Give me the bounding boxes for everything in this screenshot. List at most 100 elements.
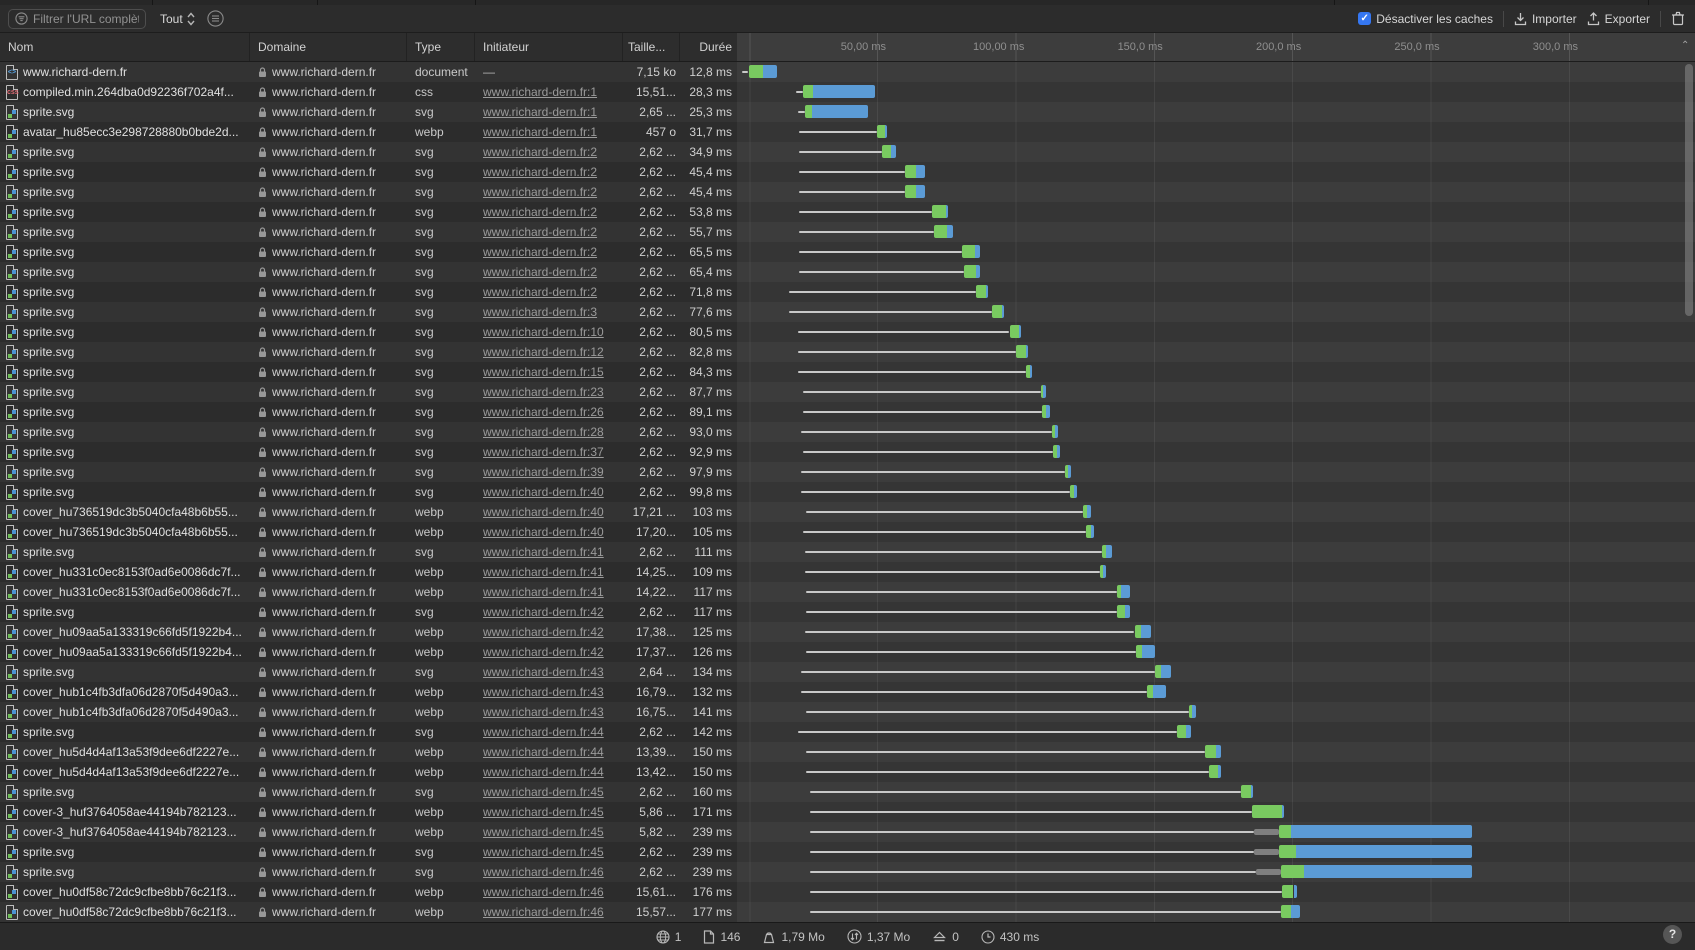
table-row[interactable]: sprite.svgwww.richard-dern.frsvgwww.rich… (0, 202, 1695, 222)
initiator-link[interactable]: www.richard-dern.fr:2 (483, 285, 597, 299)
table-row[interactable]: sprite.svgwww.richard-dern.frsvgwww.rich… (0, 162, 1695, 182)
initiator-link[interactable]: www.richard-dern.fr:45 (483, 785, 604, 799)
column-header-taille[interactable]: Taille... (623, 33, 680, 61)
initiator-link[interactable]: www.richard-dern.fr:46 (483, 865, 604, 879)
initiator-link[interactable]: www.richard-dern.fr:46 (483, 885, 604, 899)
table-row[interactable]: sprite.svgwww.richard-dern.frsvgwww.rich… (0, 722, 1695, 742)
initiator-link[interactable]: www.richard-dern.fr:41 (483, 565, 604, 579)
initiator-link[interactable]: www.richard-dern.fr:43 (483, 685, 604, 699)
initiator-link[interactable]: www.richard-dern.fr:43 (483, 705, 604, 719)
initiator-link[interactable]: www.richard-dern.fr:40 (483, 525, 604, 539)
table-row[interactable]: sprite.svgwww.richard-dern.frsvgwww.rich… (0, 102, 1695, 122)
table-row[interactable]: cover_hu09aa5a133319c66fd5f1922b4...www.… (0, 642, 1695, 662)
table-row[interactable]: cover_hu0df58c72dc9cfbe8bb76c21f3...www.… (0, 902, 1695, 922)
table-row[interactable]: sprite.svgwww.richard-dern.frsvgwww.rich… (0, 602, 1695, 622)
table-row[interactable]: sprite.svgwww.richard-dern.frsvgwww.rich… (0, 362, 1695, 382)
table-row[interactable]: sprite.svgwww.richard-dern.frsvgwww.rich… (0, 782, 1695, 802)
table-row[interactable]: cover_hu09aa5a133319c66fd5f1922b4...www.… (0, 622, 1695, 642)
initiator-link[interactable]: www.richard-dern.fr:42 (483, 625, 604, 639)
initiator-link[interactable]: www.richard-dern.fr:2 (483, 265, 597, 279)
table-row[interactable]: cover_hu0df58c72dc9cfbe8bb76c21f3...www.… (0, 882, 1695, 902)
initiator-link[interactable]: www.richard-dern.fr:45 (483, 845, 604, 859)
table-row[interactable]: sprite.svgwww.richard-dern.frsvgwww.rich… (0, 842, 1695, 862)
timeline-header[interactable]: ⌃ 50,00 ms100,00 ms150,0 ms200,0 ms250,0… (737, 33, 1695, 61)
initiator-link[interactable]: www.richard-dern.fr:41 (483, 545, 604, 559)
table-row[interactable]: cover_hub1c4fb3dfa06d2870f5d490a3...www.… (0, 682, 1695, 702)
initiator-link[interactable]: www.richard-dern.fr:23 (483, 385, 604, 399)
initiator-link[interactable]: www.richard-dern.fr:2 (483, 145, 597, 159)
initiator-link[interactable]: www.richard-dern.fr:39 (483, 465, 604, 479)
initiator-link[interactable]: www.richard-dern.fr:43 (483, 665, 604, 679)
vertical-scrollbar-thumb[interactable] (1685, 64, 1693, 316)
table-row[interactable]: sprite.svgwww.richard-dern.frsvgwww.rich… (0, 662, 1695, 682)
table-row[interactable]: csscompiled.min.264dba0d92236f702a4f...w… (0, 82, 1695, 102)
initiator-link[interactable]: www.richard-dern.fr:42 (483, 645, 604, 659)
table-row[interactable]: sprite.svgwww.richard-dern.frsvgwww.rich… (0, 462, 1695, 482)
table-row[interactable]: sprite.svgwww.richard-dern.frsvgwww.rich… (0, 422, 1695, 442)
initiator-link[interactable]: www.richard-dern.fr:42 (483, 605, 604, 619)
column-header-type[interactable]: Type (407, 33, 475, 61)
initiator-link[interactable]: www.richard-dern.fr:2 (483, 185, 597, 199)
initiator-link[interactable]: www.richard-dern.fr:1 (483, 125, 597, 139)
initiator-link[interactable]: www.richard-dern.fr:1 (483, 105, 597, 119)
table-row[interactable]: sprite.svgwww.richard-dern.frsvgwww.rich… (0, 322, 1695, 342)
initiator-link[interactable]: www.richard-dern.fr:1 (483, 85, 597, 99)
export-button[interactable]: Exporter (1587, 12, 1650, 26)
table-row[interactable]: cover-3_huf3764058ae44194b782123...www.r… (0, 802, 1695, 822)
table-row[interactable]: cover_hub1c4fb3dfa06d2870f5d490a3...www.… (0, 702, 1695, 722)
initiator-link[interactable]: www.richard-dern.fr:45 (483, 805, 604, 819)
initiator-link[interactable]: www.richard-dern.fr:45 (483, 825, 604, 839)
trash-icon[interactable] (1671, 11, 1685, 26)
initiator-link[interactable]: www.richard-dern.fr:2 (483, 205, 597, 219)
table-row[interactable]: <>www.richard-dern.frwww.richard-dern.fr… (0, 62, 1695, 82)
table-row[interactable]: sprite.svgwww.richard-dern.frsvgwww.rich… (0, 402, 1695, 422)
table-row[interactable]: sprite.svgwww.richard-dern.frsvgwww.rich… (0, 542, 1695, 562)
column-header-duree[interactable]: Durée (680, 33, 737, 61)
table-row[interactable]: cover_hu5d4d4af13a53f9dee6df2227e...www.… (0, 762, 1695, 782)
table-row[interactable]: sprite.svgwww.richard-dern.frsvgwww.rich… (0, 262, 1695, 282)
table-row[interactable]: sprite.svgwww.richard-dern.frsvgwww.rich… (0, 482, 1695, 502)
initiator-link[interactable]: www.richard-dern.fr:2 (483, 225, 597, 239)
initiator-link[interactable]: www.richard-dern.fr:26 (483, 405, 604, 419)
help-button[interactable]: ? (1663, 925, 1682, 944)
disable-caches-toggle[interactable]: ✓ Désactiver les caches (1358, 12, 1493, 26)
table-row[interactable]: avatar_hu85ecc3e298728880b0bde2d...www.r… (0, 122, 1695, 142)
table-row[interactable]: sprite.svgwww.richard-dern.frsvgwww.rich… (0, 382, 1695, 402)
table-row[interactable]: sprite.svgwww.richard-dern.frsvgwww.rich… (0, 222, 1695, 242)
column-header-nom[interactable]: Nom (0, 33, 250, 61)
initiator-link[interactable]: www.richard-dern.fr:46 (483, 905, 604, 919)
initiator-link[interactable]: www.richard-dern.fr:2 (483, 165, 597, 179)
initiator-link[interactable]: www.richard-dern.fr:15 (483, 365, 604, 379)
table-row[interactable]: sprite.svgwww.richard-dern.frsvgwww.rich… (0, 342, 1695, 362)
column-header-initiateur[interactable]: Initiateur (475, 33, 623, 61)
resource-type-select[interactable]: Tout (160, 12, 195, 26)
initiator-link[interactable]: www.richard-dern.fr:44 (483, 725, 604, 739)
table-row[interactable]: sprite.svgwww.richard-dern.frsvgwww.rich… (0, 282, 1695, 302)
initiator-link[interactable]: www.richard-dern.fr:2 (483, 245, 597, 259)
initiator-link[interactable]: www.richard-dern.fr:28 (483, 425, 604, 439)
filter-options-button[interactable] (207, 10, 224, 27)
table-row[interactable]: sprite.svgwww.richard-dern.frsvgwww.rich… (0, 142, 1695, 162)
table-row[interactable]: cover_hu736519dc3b5040cfa48b6b55...www.r… (0, 502, 1695, 522)
filter-url-input[interactable]: Filtrer l'URL complète (8, 9, 146, 29)
initiator-link[interactable]: www.richard-dern.fr:40 (483, 485, 604, 499)
table-row[interactable]: cover_hu331c0ec8153f0ad6e0086dc7f...www.… (0, 562, 1695, 582)
table-row[interactable]: sprite.svgwww.richard-dern.frsvgwww.rich… (0, 242, 1695, 262)
table-row[interactable]: cover_hu331c0ec8153f0ad6e0086dc7f...www.… (0, 582, 1695, 602)
table-row[interactable]: cover_hu736519dc3b5040cfa48b6b55...www.r… (0, 522, 1695, 542)
initiator-link[interactable]: www.richard-dern.fr:44 (483, 765, 604, 779)
scroll-up-arrow-icon[interactable]: ⌃ (1681, 40, 1691, 51)
import-button[interactable]: Importer (1514, 12, 1577, 26)
initiator-link[interactable]: www.richard-dern.fr:41 (483, 585, 604, 599)
table-row[interactable]: sprite.svgwww.richard-dern.frsvgwww.rich… (0, 302, 1695, 322)
initiator-link[interactable]: www.richard-dern.fr:37 (483, 445, 604, 459)
initiator-link[interactable]: www.richard-dern.fr:44 (483, 745, 604, 759)
table-row[interactable]: sprite.svgwww.richard-dern.frsvgwww.rich… (0, 442, 1695, 462)
initiator-link[interactable]: www.richard-dern.fr:10 (483, 325, 604, 339)
table-row[interactable]: cover-3_huf3764058ae44194b782123...www.r… (0, 822, 1695, 842)
initiator-link[interactable]: www.richard-dern.fr:3 (483, 305, 597, 319)
table-row[interactable]: sprite.svgwww.richard-dern.frsvgwww.rich… (0, 862, 1695, 882)
column-header-domaine[interactable]: Domaine (250, 33, 407, 61)
table-row[interactable]: cover_hu5d4d4af13a53f9dee6df2227e...www.… (0, 742, 1695, 762)
initiator-link[interactable]: www.richard-dern.fr:40 (483, 505, 604, 519)
